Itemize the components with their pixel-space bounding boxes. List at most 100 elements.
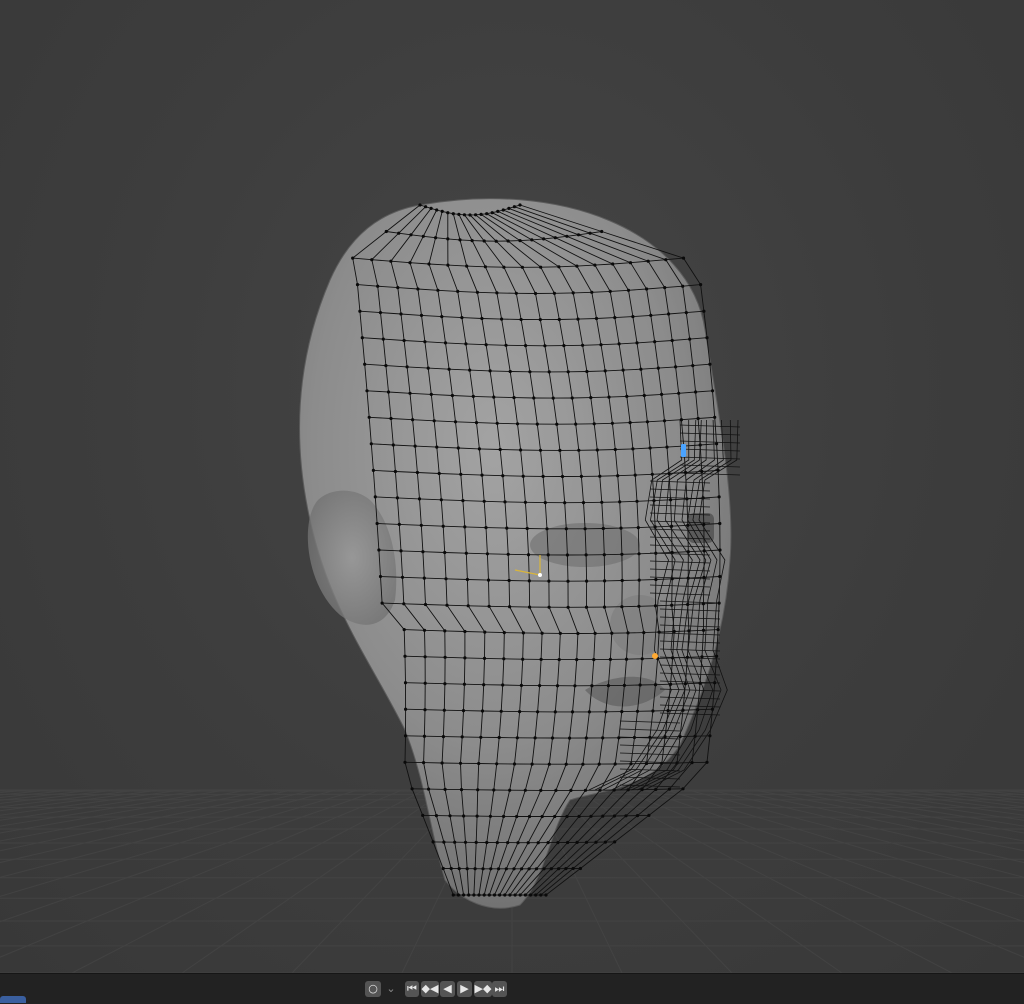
mesh-vertex <box>699 283 702 286</box>
play-icon[interactable]: ▶ <box>457 981 472 997</box>
mesh-vertex <box>459 762 462 765</box>
mesh-vertex <box>601 736 604 739</box>
mesh-vertex <box>513 762 516 765</box>
mesh-vertex <box>509 370 512 373</box>
mesh-vertex <box>423 629 426 632</box>
mesh-vertex <box>572 867 575 870</box>
mesh-vertex <box>534 736 537 739</box>
mesh-vertex <box>389 260 392 263</box>
mesh-vertex <box>575 265 578 268</box>
mesh-vertex <box>609 658 612 661</box>
mesh-vertex <box>503 500 506 503</box>
mesh-vertex <box>492 788 495 791</box>
mesh-vertex <box>700 470 703 473</box>
mesh-vertex <box>667 709 670 712</box>
mesh-vertex <box>637 526 640 529</box>
keying-dropdown-icon[interactable]: ⌄ <box>384 981 398 997</box>
mesh-vertex <box>444 341 447 344</box>
mesh-vertex <box>566 553 569 556</box>
mesh-vertex <box>557 867 560 870</box>
mesh-vertex <box>385 230 388 233</box>
mesh-vertex <box>717 628 720 631</box>
mesh-vertex <box>700 655 703 658</box>
mesh-vertex <box>427 788 430 791</box>
mesh-vertex <box>625 658 628 661</box>
mesh-vertex <box>424 682 427 685</box>
3d-viewport[interactable] <box>0 0 1024 973</box>
mesh-vertex <box>561 475 564 478</box>
mesh-vertex <box>501 474 504 477</box>
mesh-vertex <box>443 551 446 554</box>
mesh-vertex <box>528 867 531 870</box>
mesh-vertex <box>472 395 475 398</box>
mesh-vertex <box>611 422 614 425</box>
mesh-vertex <box>653 340 656 343</box>
mesh-vertex <box>397 232 400 235</box>
mesh-vertex <box>476 291 479 294</box>
mesh-vertex <box>515 815 518 818</box>
mesh-vertex <box>485 841 488 844</box>
jump-to-start-icon[interactable]: ⏮ <box>405 981 419 997</box>
mesh-vertex <box>622 369 625 372</box>
mesh-vertex <box>610 632 613 635</box>
jump-to-previous-keyframe-icon[interactable]: ◆◀ <box>421 981 439 997</box>
mesh-vertex <box>585 736 588 739</box>
mesh-vertex <box>518 710 521 713</box>
mesh-vertex <box>508 789 511 792</box>
mesh-vertex <box>484 265 487 268</box>
mesh-vertex <box>569 789 572 792</box>
mesh-vertex <box>489 867 492 870</box>
mesh-vertex <box>718 575 721 578</box>
mesh-vertex <box>446 264 449 267</box>
record-toggle-icon[interactable]: ○ <box>365 981 381 997</box>
editor-type-icon[interactable] <box>0 996 26 1003</box>
mesh-vertex <box>508 579 511 582</box>
active-vertex-marker[interactable] <box>681 444 686 457</box>
mesh-vertex <box>487 579 490 582</box>
mesh-vertex <box>669 498 672 501</box>
jump-to-end-icon[interactable]: ⏭ <box>492 981 507 997</box>
mesh-vertex <box>433 419 436 422</box>
mesh-vertex <box>636 814 639 817</box>
mesh-vertex <box>474 867 477 870</box>
mesh-vertex <box>651 709 654 712</box>
mesh-vertex <box>556 684 559 687</box>
play-reverse-icon[interactable]: ◀ <box>440 981 455 997</box>
mesh-vertex <box>394 470 397 473</box>
mesh-vertex <box>553 292 556 295</box>
mesh-vertex <box>664 258 667 261</box>
mesh-vertex <box>625 395 628 398</box>
mesh-vertex <box>592 658 595 661</box>
mesh-vertex <box>508 605 511 608</box>
mesh-vertex <box>576 841 579 844</box>
mesh-vertex <box>646 420 649 423</box>
mesh-vertex <box>441 210 444 213</box>
mesh-vertex <box>598 763 601 766</box>
mesh-vertex <box>443 682 446 685</box>
mesh-vertex <box>541 632 544 635</box>
mesh-vertex <box>520 684 523 687</box>
mesh-vertex <box>420 314 423 317</box>
mesh-vertex <box>404 708 407 711</box>
mesh-vertex <box>443 629 446 632</box>
mesh-vertex <box>452 893 455 896</box>
mesh-vertex <box>590 684 593 687</box>
mesh-vertex <box>539 318 542 321</box>
mesh-vertex <box>544 893 547 896</box>
mesh-vertex <box>639 368 642 371</box>
mesh-vertex <box>363 363 366 366</box>
selected-vertex-marker[interactable] <box>652 653 658 659</box>
mesh-vertex <box>604 841 607 844</box>
mesh-vertex <box>477 893 480 896</box>
timeline-header: ○⌄ ⏮◆◀◀▶▶◆⏭ <box>0 973 1024 1004</box>
mesh-vertex <box>441 761 444 764</box>
jump-to-next-keyframe-icon[interactable]: ▶◆ <box>474 981 492 997</box>
mesh-vertex <box>576 318 579 321</box>
mesh-vertex <box>524 893 527 896</box>
mesh-vertex <box>452 212 455 215</box>
mesh-vertex <box>438 472 441 475</box>
mesh-vertex <box>667 312 670 315</box>
mesh-vertex <box>581 344 584 347</box>
viewport-canvas[interactable] <box>0 0 1024 973</box>
mesh-vertex <box>482 683 485 686</box>
